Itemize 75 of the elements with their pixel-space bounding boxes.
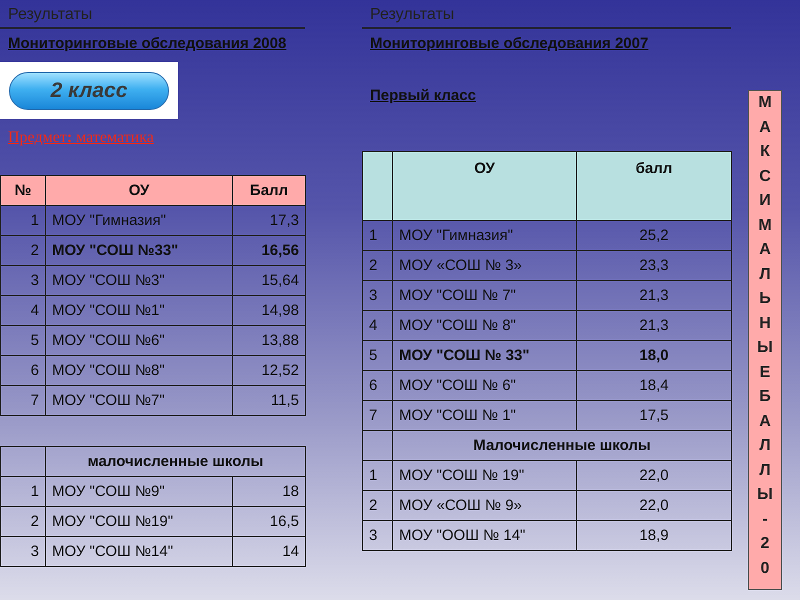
table-cell: МОУ "СОШ № 8" [392,310,576,340]
column-header: Балл [232,176,306,206]
table-cell: 11,5 [232,386,306,416]
table-cell: МОУ "Гимназия" [46,206,232,236]
table-cell: 12,52 [232,356,306,386]
table-cell: МОУ "СОШ №8" [46,356,232,386]
table-cell: 7 [0,386,46,416]
slide-title: Мониторинговые обследования 2008 [7,34,288,54]
table-cell: 18,0 [576,340,732,370]
table-cell: 1 [362,220,392,250]
table-cell: 18,9 [576,520,732,550]
table-cell: 2 [362,490,392,520]
grade-badge: 2 класс [9,72,169,110]
table-cell: 7 [362,400,392,430]
table-cell: МОУ "СОШ №6" [46,326,232,356]
table-cell: 16,5 [232,506,306,536]
table-cell: МОУ "СОШ №14" [46,536,232,566]
table-cell: МОУ "ООШ № 14" [392,520,576,550]
table-cell: 6 [362,370,392,400]
table-cell: 16,56 [232,236,306,266]
table-cell: 1 [362,460,392,490]
table-cell: 18,4 [576,370,732,400]
table-cell: 4 [0,296,46,326]
table-cell: 2 [0,236,46,266]
table-cell: 1 [0,206,46,236]
max-score-label: МАКСИМАЛЬНЫЕ БАЛЛЫ - 20 [757,93,773,578]
table-cell: 18 [232,476,306,506]
table-cell: 17,3 [232,206,306,236]
table-cell: 14 [232,536,306,566]
table-cell: 5 [0,326,46,356]
table-cell: 4 [362,310,392,340]
table-cell: 6 [0,356,46,386]
table-cell: 17,5 [576,400,732,430]
table-cell: 2 [362,250,392,280]
table-cell: 21,3 [576,310,732,340]
table-cell: МОУ "СОШ № 1" [392,400,576,430]
table-cell: МОУ «СОШ № 3» [392,250,576,280]
table-cell: 3 [362,520,392,550]
subtitle: Первый класс [369,87,476,104]
column-header: № [0,176,46,206]
table-cell: 23,3 [576,250,732,280]
table-cell: МОУ "СОШ №33" [46,236,232,266]
table-cell: МОУ «СОШ № 9» [392,490,576,520]
column-header: балл [576,152,732,220]
table-cell: 25,2 [576,220,732,250]
column-header: ОУ [46,176,232,206]
table-cell: 5 [362,340,392,370]
table-cell: 2 [0,506,46,536]
table-cell: МОУ "СОШ №19" [46,506,232,536]
table-cell: 15,64 [232,266,306,296]
section-label: Результаты [362,0,731,29]
table-cell: МОУ "СОШ №7" [46,386,232,416]
table-cell: МОУ "СОШ № 6" [392,370,576,400]
subject-label: Предмет: математика [7,129,154,146]
group-header: Малочисленные школы [392,430,732,460]
table-cell: МОУ "СОШ № 19" [392,460,576,490]
table-cell: 21,3 [576,280,732,310]
table-cell: МОУ "Гимназия" [392,220,576,250]
table-cell: 3 [0,536,46,566]
section-label: Результаты [0,0,305,29]
table-cell: МОУ "СОШ № 33" [392,340,576,370]
table-cell: 3 [362,280,392,310]
table-cell: МОУ "СОШ № 7" [392,280,576,310]
table-cell: МОУ "СОШ №3" [46,266,232,296]
column-header: ОУ [392,152,576,220]
slide-title: Мониторинговые обследования 2007 [369,34,650,54]
table-cell: 14,98 [232,296,306,326]
table-cell: МОУ "СОШ №9" [46,476,232,506]
table-cell: 3 [0,266,46,296]
table-cell: МОУ "СОШ №1" [46,296,232,326]
group-header: малочисленные школы [46,446,306,476]
table-cell: 13,88 [232,326,306,356]
table-cell: 22,0 [576,460,732,490]
table-cell: 22,0 [576,490,732,520]
table-cell: 1 [0,476,46,506]
